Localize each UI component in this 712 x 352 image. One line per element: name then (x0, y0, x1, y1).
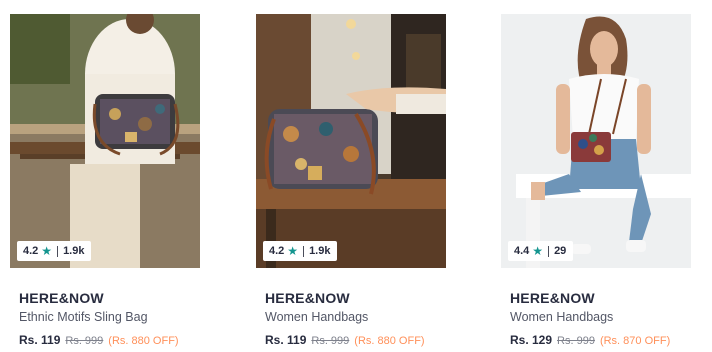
rating-value: 4.2 (23, 244, 39, 257)
product-card[interactable]: 4.4 ★ 29 HERE&NOW Women Handbags Rs. 129… (501, 14, 691, 347)
product-discount: (Rs. 880 OFF) (108, 335, 179, 347)
price-row: Rs. 119 Rs. 999 (Rs. 880 OFF) (265, 333, 425, 347)
woman-sitting-with-bag-photo (10, 14, 200, 268)
rating-value: 4.2 (269, 244, 285, 257)
product-discount: (Rs. 870 OFF) (599, 335, 671, 347)
product-discount: (Rs. 880 OFF) (354, 335, 425, 347)
star-icon: ★ (532, 244, 544, 258)
product-price: Rs. 119 (19, 333, 61, 347)
rating-badge: 4.4 ★ 29 (508, 241, 574, 261)
price-row: Rs. 119 Rs. 999 (Rs. 880 OFF) (19, 333, 179, 347)
rating-count: 29 (554, 244, 567, 257)
product-brand: HERE&NOW (265, 290, 350, 306)
product-brand: HERE&NOW (510, 290, 595, 306)
rating-badge: 4.2 ★ 1.9k (263, 241, 338, 261)
rating-badge: 4.2 ★ 1.9k (17, 241, 92, 261)
product-mrp: Rs. 999 (311, 335, 350, 347)
handbag-on-table-photo (256, 14, 446, 268)
product-brand: HERE&NOW (19, 290, 104, 306)
product-card[interactable]: 4.2 ★ 1.9k HERE&NOW Women Handbags Rs. 1… (256, 14, 446, 347)
price-row: Rs. 129 Rs. 999 (Rs. 870 OFF) (510, 333, 670, 347)
star-icon: ★ (41, 244, 53, 258)
woman-with-crossbody-bag-photo (501, 14, 691, 268)
product-price: Rs. 129 (510, 333, 553, 347)
divider (548, 245, 550, 257)
product-image[interactable]: 4.2 ★ 1.9k (10, 14, 200, 268)
product-name: Women Handbags (510, 310, 614, 324)
product-image[interactable]: 4.4 ★ 29 (501, 14, 691, 268)
product-mrp: Rs. 999 (65, 335, 104, 347)
divider (303, 245, 305, 257)
divider (57, 245, 59, 257)
product-image[interactable]: 4.2 ★ 1.9k (256, 14, 446, 268)
product-card[interactable]: 4.2 ★ 1.9k HERE&NOW Ethnic Motifs Sling … (10, 14, 200, 347)
star-icon: ★ (287, 244, 299, 258)
product-name: Women Handbags (265, 310, 369, 324)
rating-value: 4.4 (514, 244, 530, 257)
product-name: Ethnic Motifs Sling Bag (19, 310, 148, 324)
rating-count: 1.9k (63, 244, 85, 257)
rating-count: 1.9k (309, 244, 331, 257)
product-price: Rs. 119 (265, 333, 307, 347)
product-mrp: Rs. 999 (557, 335, 595, 347)
